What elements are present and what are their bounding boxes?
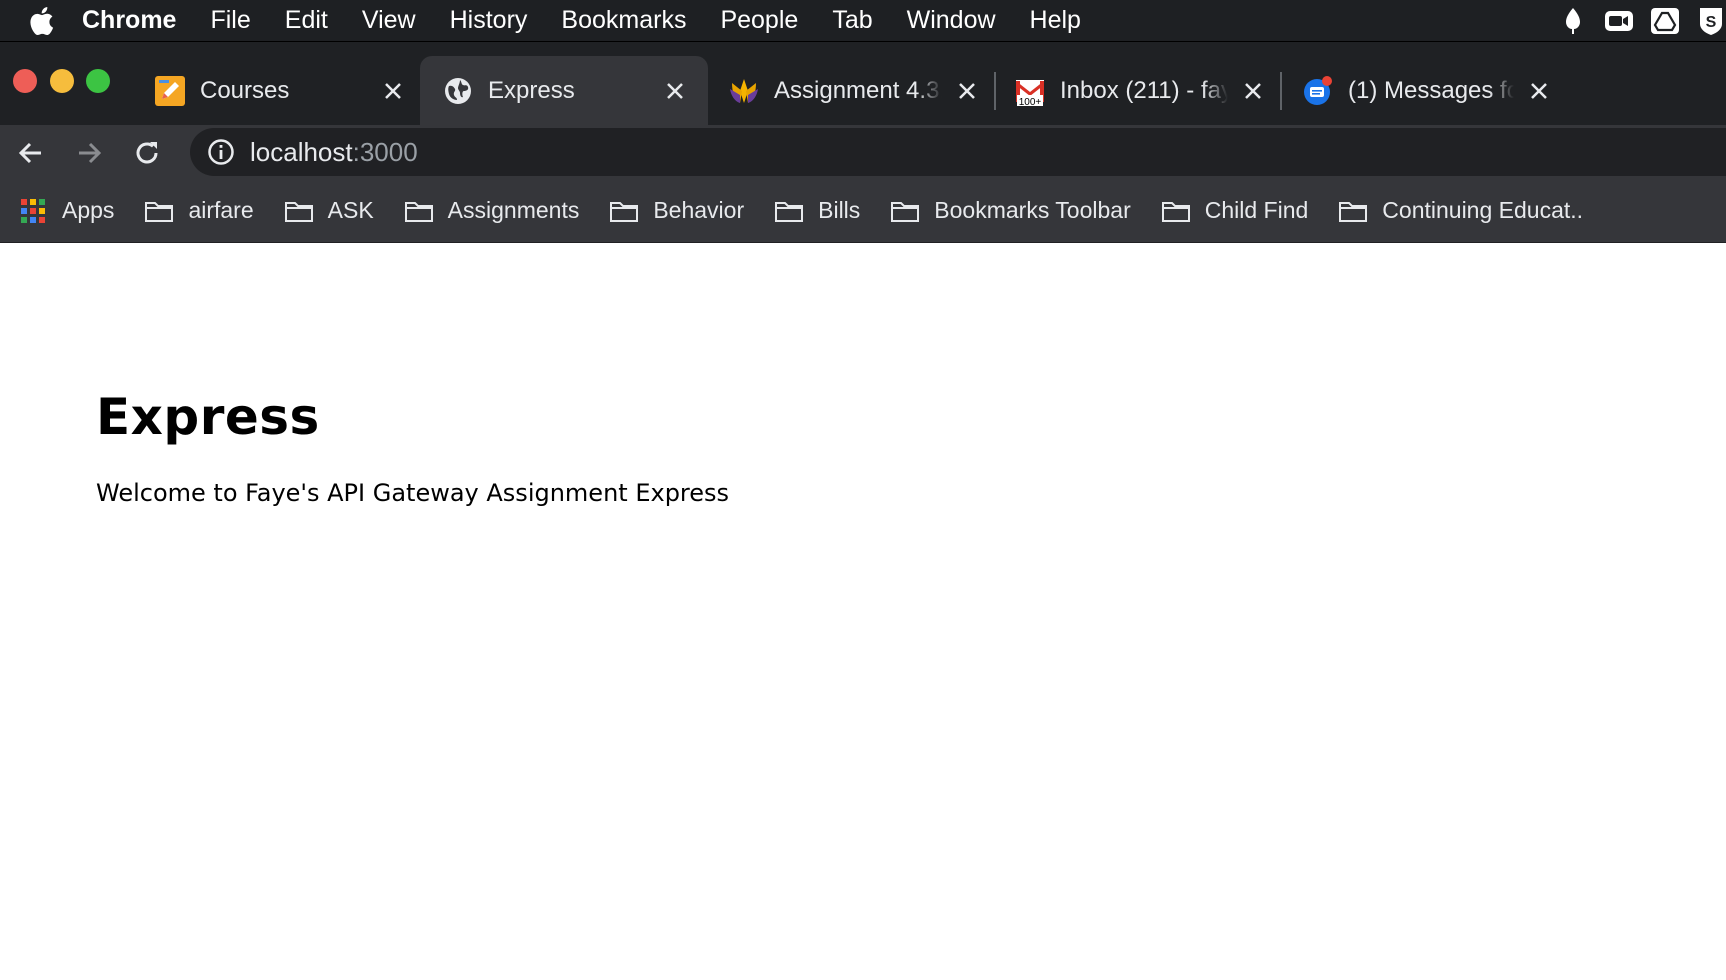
welcome-text: Welcome to Faye's API Gateway Assignment… — [96, 479, 730, 507]
back-arrow-icon[interactable] — [13, 135, 49, 171]
apple-logo-icon[interactable] — [0, 6, 82, 36]
info-icon[interactable] — [206, 137, 236, 167]
messages-icon — [1302, 75, 1334, 107]
bookmark-label: Child Find — [1204, 197, 1309, 223]
bookmarks-bar: Apps airfare ASK Assignments Behavior Bi… — [0, 179, 1726, 243]
tab-title: Inbox (211) - faye — [1060, 76, 1228, 104]
bookmark-folder-ask[interactable]: ASK — [284, 197, 374, 224]
menu-bookmarks[interactable]: Bookmarks — [561, 6, 686, 35]
forward-arrow-icon[interactable] — [71, 135, 107, 171]
bookmark-label: Continuing Educat.. — [1382, 197, 1584, 223]
close-icon[interactable] — [1524, 76, 1554, 106]
menu-edit[interactable]: Edit — [285, 6, 328, 35]
menu-history[interactable]: History — [450, 6, 528, 35]
folder-icon — [774, 198, 804, 224]
window-minimize-button[interactable] — [50, 69, 74, 93]
tab-title: Assignment 4.3.p — [774, 76, 942, 104]
bookmark-folder-bookmarks-toolbar[interactable]: Bookmarks Toolbar — [890, 197, 1131, 224]
folder-icon — [1161, 198, 1191, 224]
folder-icon — [144, 198, 174, 224]
tab-title: Courses — [200, 76, 290, 104]
gmail-badge: 100+ — [1019, 97, 1042, 107]
apps-grid-icon — [18, 198, 48, 224]
tab-messages[interactable]: (1) Messages for — [1290, 56, 1566, 125]
macos-menu-bar: Chrome File Edit View History Bookmarks … — [0, 0, 1726, 42]
address-bar[interactable]: localhost:3000 — [190, 128, 1726, 176]
folder-icon — [609, 198, 639, 224]
bookmark-folder-behavior[interactable]: Behavior — [609, 197, 744, 224]
url-text[interactable]: localhost:3000 — [250, 137, 418, 168]
window-close-button[interactable] — [13, 69, 37, 93]
menu-window[interactable]: Window — [907, 6, 996, 35]
lotus-icon — [728, 75, 760, 107]
menu-file[interactable]: File — [210, 6, 250, 35]
bookmark-folder-continuing-education[interactable]: Continuing Educat.. — [1338, 197, 1583, 224]
close-icon[interactable] — [1238, 76, 1268, 106]
menu-app-name[interactable]: Chrome — [82, 6, 176, 35]
menu-view[interactable]: View — [362, 6, 416, 35]
bookmark-apps[interactable]: Apps — [18, 197, 114, 224]
tab-separator — [1280, 72, 1282, 110]
bookmark-label: Bills — [818, 197, 861, 223]
close-icon[interactable] — [952, 76, 982, 106]
folder-icon — [284, 198, 314, 224]
menu-tab[interactable]: Tab — [832, 6, 872, 35]
page-content: Express Welcome to Faye's API Gateway As… — [0, 243, 1726, 980]
pencil-icon — [154, 75, 186, 107]
bookmark-label: Apps — [62, 197, 115, 223]
bookmark-label: Behavior — [653, 197, 745, 223]
gmail-icon: 100+ — [1014, 75, 1046, 107]
google-drive-icon[interactable] — [1650, 6, 1680, 36]
window-zoom-button[interactable] — [86, 69, 110, 93]
bookmark-label: ASK — [327, 197, 374, 223]
tab-inbox[interactable]: 100+ Inbox (211) - faye — [1004, 56, 1280, 125]
close-icon[interactable] — [378, 76, 408, 106]
bookmark-label: airfare — [188, 197, 254, 223]
reload-icon[interactable] — [129, 135, 165, 171]
bookmark-label: Assignments — [447, 197, 580, 223]
tab-title: (1) Messages for — [1348, 76, 1514, 104]
folder-icon — [404, 198, 434, 224]
status-icons: S — [1558, 0, 1726, 42]
bookmark-folder-child-find[interactable]: Child Find — [1161, 197, 1309, 224]
globe-icon — [442, 75, 474, 107]
bookmark-folder-airfare[interactable]: airfare — [144, 197, 254, 224]
menu-people[interactable]: People — [720, 6, 798, 35]
bookmark-folder-bills[interactable]: Bills — [774, 197, 860, 224]
leaf-icon[interactable] — [1558, 6, 1588, 36]
url-host: localhost — [250, 136, 353, 167]
bookmark-label: Bookmarks Toolbar — [934, 197, 1131, 223]
tab-assignment[interactable]: Assignment 4.3.p — [716, 56, 994, 125]
close-icon[interactable] — [660, 76, 690, 106]
folder-icon — [1338, 198, 1368, 224]
tab-title: Express — [488, 76, 575, 104]
tab-courses[interactable]: Courses — [144, 56, 420, 125]
menu-help[interactable]: Help — [1030, 6, 1081, 35]
video-camera-icon[interactable] — [1604, 6, 1634, 36]
tab-strip: Courses Express Assignment 4.3.p 100+ In… — [0, 42, 1726, 125]
folder-icon — [890, 198, 920, 224]
tab-express[interactable]: Express — [420, 56, 708, 125]
page-title: Express — [96, 388, 320, 446]
s-shield-icon[interactable]: S — [1696, 6, 1726, 36]
bookmark-folder-assignments[interactable]: Assignments — [404, 197, 580, 224]
url-port: :3000 — [352, 136, 418, 167]
browser-toolbar: localhost:3000 — [0, 125, 1726, 179]
svg-text:S: S — [1706, 14, 1717, 31]
tab-separator — [994, 72, 996, 110]
